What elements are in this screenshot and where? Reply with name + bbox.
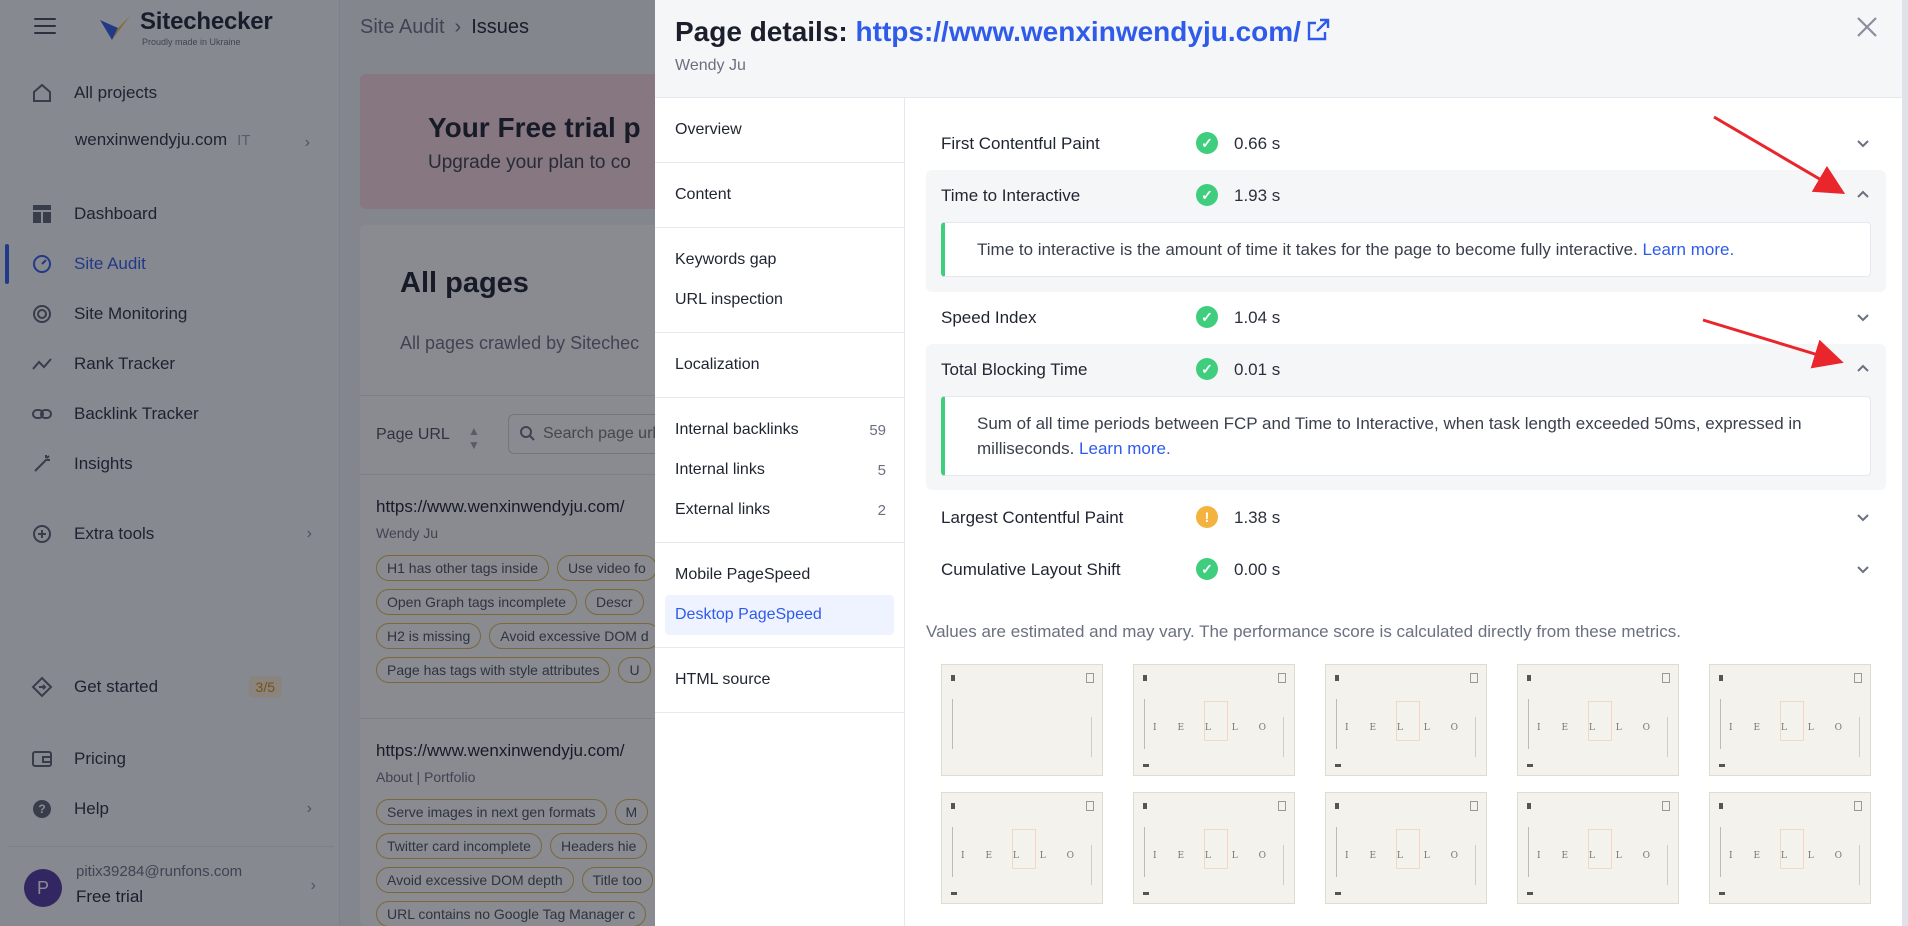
red-arrow-annotation xyxy=(1713,115,1846,195)
annotation-arrows xyxy=(1702,115,1846,369)
red-arrow-annotation xyxy=(1702,318,1844,369)
